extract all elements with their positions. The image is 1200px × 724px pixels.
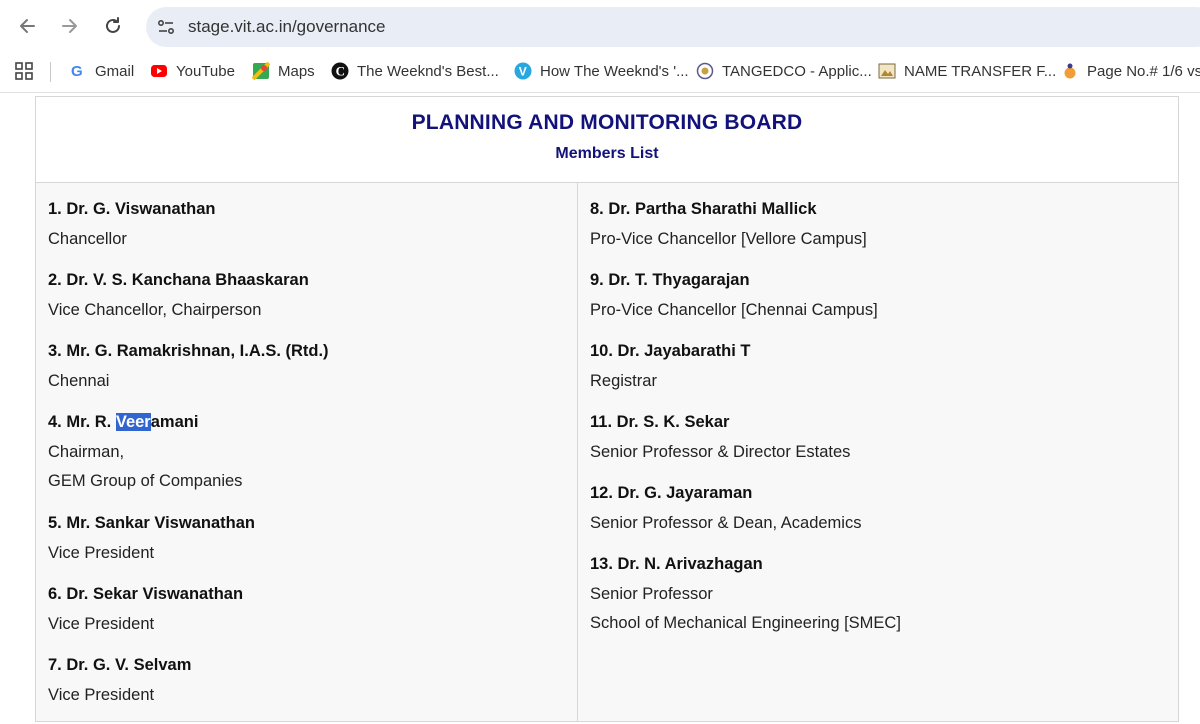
bookmark-tangedco[interactable]: TANGEDCO - Applic... (696, 52, 872, 90)
member-1: 1. Dr. G. Viswanathan Chancellor (48, 195, 216, 254)
apps-button[interactable] (14, 52, 34, 90)
reload-icon (106, 17, 120, 33)
member-organization: School of Mechanical Engineering [SMEC] (590, 614, 901, 632)
member-13: 13. Dr. N. Arivazhagan Senior Professor … (590, 550, 901, 639)
member-name: 3. Mr. G. Ramakrishnan, I.A.S. (Rtd.) (48, 342, 329, 360)
member-name: 9. Dr. T. Thyagarajan (590, 271, 750, 289)
member-role: Vice President (48, 614, 155, 633)
members-column-right: 8. Dr. Partha Sharathi Mallick Pro-Vice … (578, 183, 1178, 721)
reload-button[interactable] (97, 10, 129, 42)
arrow-right-icon (62, 19, 77, 33)
maps-icon (251, 61, 271, 81)
member-role: Chennai (48, 371, 110, 390)
board-panel: PLANNING AND MONITORING BOARD Members Li… (35, 96, 1179, 722)
browser-toolbar: stage.vit.ac.in/governance (0, 0, 1200, 52)
member-role: Vice Chancellor, Chairperson (48, 300, 262, 319)
member-name: 7. Dr. G. V. Selvam (48, 656, 192, 674)
member-10: 10. Dr. Jayabarathi T Registrar (590, 337, 751, 396)
member-name: 4. Mr. R. Veeramani (48, 413, 199, 431)
member-3: 3. Mr. G. Ramakrishnan, I.A.S. (Rtd.) Ch… (48, 337, 329, 396)
members-column-left: 1. Dr. G. Viswanathan Chancellor 2. Dr. … (36, 183, 578, 721)
member-role: Chairman, (48, 442, 125, 461)
member-name: 2. Dr. V. S. Kanchana Bhaaskaran (48, 271, 309, 289)
member-role: Senior Professor & Director Estates (590, 442, 851, 461)
svg-text:C: C (336, 64, 345, 79)
svg-text:V: V (519, 65, 527, 79)
member-role: Pro-Vice Chancellor [Vellore Campus] (590, 229, 867, 248)
bookmark-youtube[interactable]: YouTube (150, 52, 235, 90)
member-role: Chancellor (48, 229, 127, 248)
member-role: Vice President (48, 685, 155, 704)
member-role: Senior Professor (590, 584, 713, 603)
member-name: 11. Dr. S. K. Sekar (590, 413, 730, 431)
member-name: 13. Dr. N. Arivazhagan (590, 555, 763, 573)
forward-button[interactable] (53, 10, 85, 42)
text-selection-highlight: Veer (115, 413, 151, 431)
bookmark-maps[interactable]: Maps (251, 52, 315, 90)
back-button[interactable] (12, 10, 44, 42)
board-title: PLANNING AND MONITORING BOARD (411, 111, 803, 134)
member-name: 10. Dr. Jayabarathi T (590, 342, 751, 360)
board-header: PLANNING AND MONITORING BOARD Members Li… (36, 97, 1178, 183)
site-c-icon: C (331, 62, 349, 80)
member-role: Vice President (48, 543, 155, 562)
site-v-icon: V (514, 62, 532, 80)
member-name: 12. Dr. G. Jayaraman (590, 484, 753, 502)
member-name: 1. Dr. G. Viswanathan (48, 200, 216, 218)
bookmark-weeknd-best[interactable]: C The Weeknd's Best... (331, 52, 499, 90)
url-text[interactable]: stage.vit.ac.in/governance (188, 17, 386, 37)
member-name: 5. Mr. Sankar Viswanathan (48, 514, 255, 532)
gmail-icon: G (69, 62, 87, 80)
member-9: 9. Dr. T. Thyagarajan Pro-Vice Chancello… (590, 266, 878, 325)
page-icon (1061, 62, 1079, 80)
member-12: 12. Dr. G. Jayaraman Senior Professor & … (590, 479, 861, 538)
bookmark-gmail[interactable]: G Gmail (69, 52, 134, 90)
bookmarks-bar: G Gmail YouTube Maps C The Weeknd's Best… (0, 52, 1200, 93)
address-bar[interactable]: stage.vit.ac.in/governance (146, 7, 1200, 47)
member-11: 11. Dr. S. K. Sekar Senior Professor & D… (590, 408, 850, 467)
bookmark-weeknd-how[interactable]: V How The Weeknd's '... (514, 52, 689, 90)
member-2: 2. Dr. V. S. Kanchana Bhaaskaran Vice Ch… (48, 266, 309, 325)
member-8: 8. Dr. Partha Sharathi Mallick Pro-Vice … (590, 195, 867, 254)
member-7: 7. Dr. G. V. Selvam Vice President (48, 651, 191, 710)
member-5: 5. Mr. Sankar Viswanathan Vice President (48, 509, 255, 568)
member-name: 8. Dr. Partha Sharathi Mallick (590, 200, 817, 218)
bookmarks-divider (50, 62, 51, 82)
tangedco-icon (696, 62, 714, 80)
svg-text:G: G (71, 63, 83, 80)
member-role: Pro-Vice Chancellor [Chennai Campus] (590, 300, 878, 319)
document-icon (878, 62, 896, 80)
member-role: Senior Professor & Dean, Academics (590, 513, 862, 532)
member-name: 6. Dr. Sekar Viswanathan (48, 585, 244, 603)
members-list-subtitle: Members List (555, 145, 659, 162)
arrow-left-icon (20, 19, 35, 33)
youtube-icon (150, 62, 168, 80)
bookmark-page-no[interactable]: Page No.# 1/6 vs T (1061, 52, 1200, 90)
member-4: 4. Mr. R. Veeramani Chairman, GEM Group … (48, 408, 242, 497)
apps-grid-icon (15, 62, 33, 80)
member-role: Registrar (590, 371, 657, 390)
site-info-icon[interactable] (156, 17, 176, 37)
bookmark-name-transfer[interactable]: NAME TRANSFER F... (878, 52, 1056, 90)
member-organization: GEM Group of Companies (48, 472, 243, 490)
member-6: 6. Dr. Sekar Viswanathan Vice President (48, 580, 243, 639)
